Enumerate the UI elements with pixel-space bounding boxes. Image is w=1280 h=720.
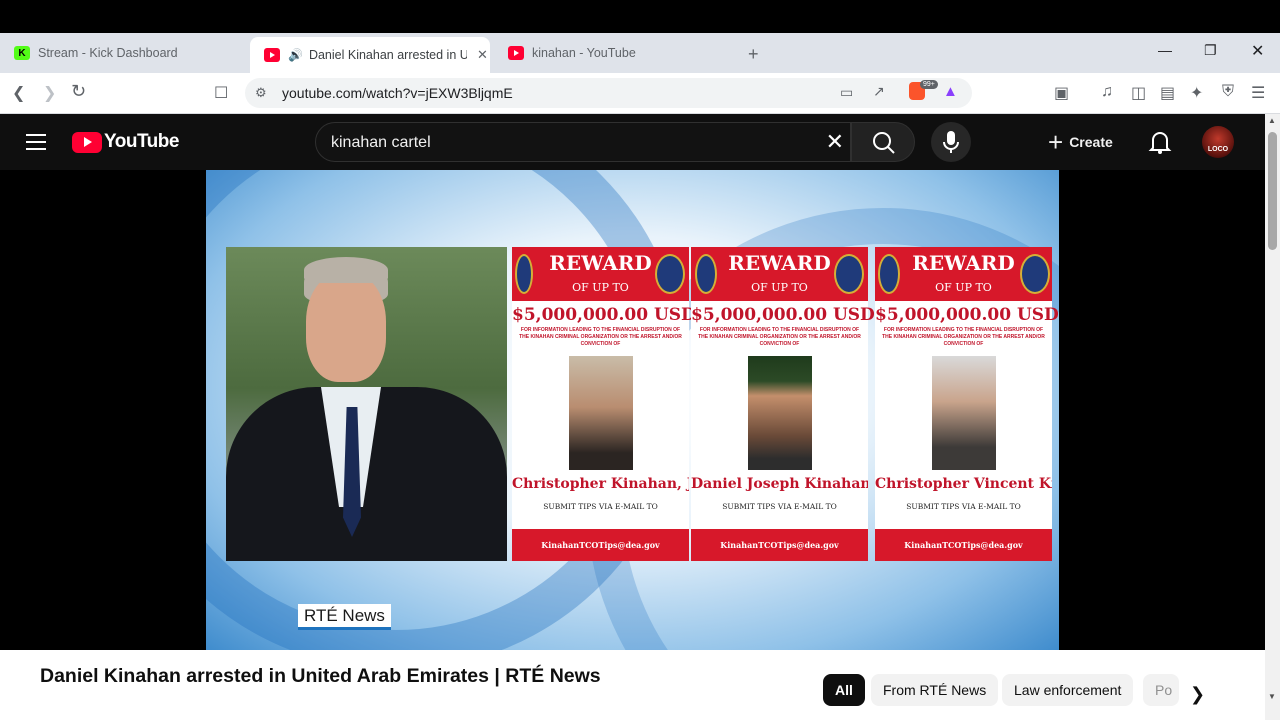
search-box[interactable]: kinahan cartel ✕ bbox=[315, 122, 851, 162]
tips-text: SUBMIT TIPS VIA E-MAIL TO bbox=[722, 502, 837, 511]
reward-amount: $5,000,000.00 USD bbox=[875, 305, 1059, 325]
tab-label: Daniel Kinahan arrested in Un bbox=[308, 48, 467, 62]
suspect-name: Christopher Kinahan, Jr. bbox=[512, 476, 689, 492]
tips-text: SUBMIT TIPS VIA E-MAIL TO bbox=[543, 502, 658, 511]
clear-search-icon[interactable]: ✕ bbox=[826, 129, 844, 155]
video-player[interactable]: REWARD OF UP TO $5,000,000.00 USD FOR IN… bbox=[206, 170, 1059, 650]
media-icon[interactable]: ♫ bbox=[1101, 83, 1113, 101]
suspect-photo bbox=[568, 356, 633, 470]
speaker-icon[interactable]: 🔊 bbox=[288, 48, 303, 62]
share-icon[interactable]: ↗ bbox=[873, 83, 885, 100]
create-label: Create bbox=[1069, 134, 1113, 150]
guide-menu-icon[interactable] bbox=[26, 134, 46, 155]
search-button[interactable] bbox=[851, 122, 915, 162]
youtube-header: YouTube kinahan cartel ✕ + Create LOCO bbox=[0, 114, 1265, 170]
search-icon bbox=[873, 132, 895, 154]
reload-icon[interactable]: ↻ bbox=[71, 81, 86, 102]
tab-label: kinahan - YouTube bbox=[532, 46, 636, 60]
tips-text: SUBMIT TIPS VIA E-MAIL TO bbox=[906, 502, 1021, 511]
forward-icon[interactable]: ❯ bbox=[43, 83, 56, 103]
tab-kinahan-youtube[interactable]: kinahan - YouTube bbox=[494, 37, 734, 69]
menu-icon[interactable]: ☰ bbox=[1251, 83, 1265, 103]
microphone-icon bbox=[943, 131, 959, 153]
search-input[interactable]: kinahan cartel bbox=[331, 134, 431, 152]
wallet-icon[interactable]: ▤ bbox=[1160, 83, 1175, 103]
avatar-text: LOCO bbox=[1207, 146, 1229, 153]
reward-fine-print: FOR INFORMATION LEADING TO THE FINANCIAL… bbox=[698, 327, 861, 347]
tab-strip: K Stream - Kick Dashboard 🔊 Daniel Kinah… bbox=[0, 33, 1280, 73]
url-text[interactable]: youtube.com/watch?v=jEXW3BljqmE bbox=[282, 85, 513, 101]
reporter-frame bbox=[226, 247, 507, 561]
youtube-logo[interactable]: YouTube bbox=[72, 131, 179, 153]
chip-law-enforcement[interactable]: Law enforcement bbox=[1002, 674, 1134, 706]
suspect-photo bbox=[931, 356, 996, 470]
chip-all[interactable]: All bbox=[823, 674, 865, 706]
rte-news-watermark: RTÉ News bbox=[298, 604, 391, 630]
reward-fine-print: FOR INFORMATION LEADING TO THE FINANCIAL… bbox=[519, 327, 682, 347]
chip-from-rte-news[interactable]: From RTÉ News bbox=[871, 674, 999, 706]
reward-heading: REWARD bbox=[728, 251, 831, 275]
suspect-name: Daniel Joseph Kinahan bbox=[691, 476, 868, 492]
tips-email: KinahanTCOTips@dea.gov bbox=[691, 529, 868, 561]
reward-fine-print: FOR INFORMATION LEADING TO THE FINANCIAL… bbox=[882, 327, 1045, 347]
reward-poster-3: REWARD OF UP TO $5,000,000.00 USD FOR IN… bbox=[875, 247, 1059, 561]
sidebar-panel-icon[interactable]: ▣ bbox=[1054, 83, 1069, 103]
reward-upto: OF UP TO bbox=[935, 281, 992, 294]
page-scrollbar[interactable]: ▲ ▼ bbox=[1265, 114, 1280, 720]
chip-partial[interactable]: Po bbox=[1143, 674, 1179, 706]
brave-rewards-icon[interactable]: ▲ bbox=[943, 83, 958, 100]
tab-kick-dashboard[interactable]: K Stream - Kick Dashboard bbox=[0, 37, 248, 69]
window-top-bar bbox=[0, 0, 1280, 33]
account-avatar[interactable]: LOCO bbox=[1202, 126, 1234, 158]
suspect-name: Christopher Vincent Kinahan bbox=[875, 476, 1052, 492]
tab-label: Stream - Kick Dashboard bbox=[38, 46, 178, 60]
scroll-up-icon[interactable]: ▲ bbox=[1268, 116, 1276, 125]
browser-toolbar: ❮ ❯ ↻ ☐ ⚙ youtube.com/watch?v=jEXW3Bljqm… bbox=[0, 73, 1280, 114]
close-tab-icon[interactable]: ✕ bbox=[477, 47, 488, 63]
bookmark-icon[interactable]: ☐ bbox=[214, 83, 228, 103]
reward-heading: REWARD bbox=[912, 251, 1015, 275]
scrollbar-thumb[interactable] bbox=[1268, 132, 1277, 250]
reward-poster-1: REWARD OF UP TO $5,000,000.00 USD FOR IN… bbox=[512, 247, 696, 561]
plus-icon: + bbox=[1048, 126, 1064, 157]
youtube-wordmark: YouTube bbox=[104, 131, 179, 152]
window-close-icon[interactable]: ✕ bbox=[1251, 41, 1264, 61]
reward-heading: REWARD bbox=[549, 251, 652, 275]
youtube-icon bbox=[264, 48, 280, 62]
shields-badge: 99+ bbox=[920, 80, 938, 89]
cast-icon[interactable]: ▭ bbox=[840, 84, 853, 101]
sidebar-icon[interactable]: ◫ bbox=[1131, 83, 1146, 103]
minimize-icon[interactable]: — bbox=[1158, 42, 1172, 58]
reward-amount: $5,000,000.00 USD bbox=[691, 305, 875, 325]
suspect-photo bbox=[747, 356, 812, 470]
tips-email: KinahanTCOTips@dea.gov bbox=[875, 529, 1052, 561]
video-info-area: Daniel Kinahan arrested in United Arab E… bbox=[0, 650, 1265, 720]
address-bar[interactable]: ⚙ youtube.com/watch?v=jEXW3BljqmE ▭ ↗ 99… bbox=[245, 78, 972, 108]
reward-amount: $5,000,000.00 USD bbox=[512, 305, 696, 325]
youtube-play-icon bbox=[72, 131, 102, 153]
kick-icon: K bbox=[14, 46, 30, 60]
create-button[interactable]: + Create bbox=[1036, 122, 1125, 162]
restore-icon[interactable]: ❐ bbox=[1204, 42, 1217, 59]
scroll-down-icon[interactable]: ▼ bbox=[1268, 692, 1276, 701]
voice-search-button[interactable] bbox=[931, 122, 971, 162]
tab-daniel-kinahan-video[interactable]: 🔊 Daniel Kinahan arrested in Un ✕ bbox=[250, 37, 490, 73]
notifications-bell-icon[interactable] bbox=[1148, 129, 1172, 155]
site-info-icon[interactable]: ⚙ bbox=[255, 85, 267, 101]
back-icon[interactable]: ❮ bbox=[12, 83, 25, 103]
new-tab-icon[interactable]: + bbox=[748, 44, 759, 65]
reward-upto: OF UP TO bbox=[572, 281, 629, 294]
tips-email: KinahanTCOTips@dea.gov bbox=[512, 529, 689, 561]
reward-upto: OF UP TO bbox=[751, 281, 808, 294]
vpn-icon[interactable]: ⛨ bbox=[1222, 83, 1234, 101]
chevron-right-icon[interactable]: ❯ bbox=[1190, 684, 1205, 705]
leo-ai-icon[interactable]: ✦ bbox=[1190, 83, 1203, 103]
youtube-icon bbox=[508, 46, 524, 60]
reward-poster-2: REWARD OF UP TO $5,000,000.00 USD FOR IN… bbox=[691, 247, 875, 561]
video-title: Daniel Kinahan arrested in United Arab E… bbox=[40, 665, 601, 687]
